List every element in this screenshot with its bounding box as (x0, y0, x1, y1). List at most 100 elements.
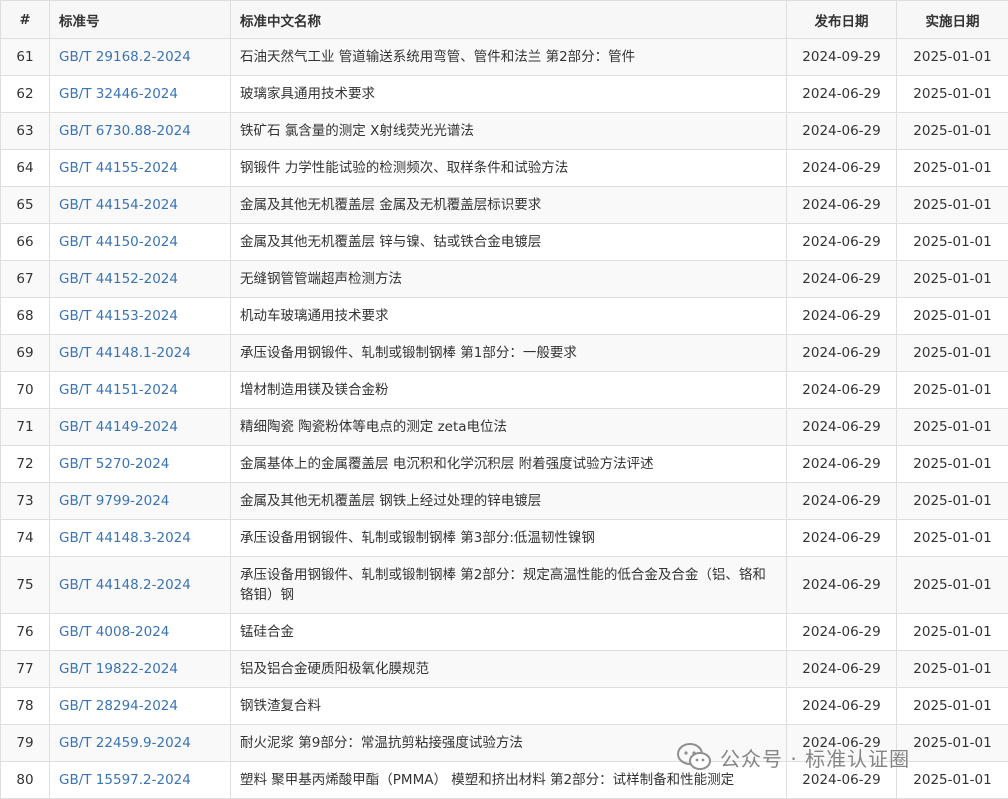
publish-date: 2024-06-29 (787, 483, 897, 520)
standard-name: 承压设备用钢锻件、轧制或锻制钢棒 第2部分：规定高温性能的低合金及合金（铝、铬和… (231, 557, 787, 614)
table-row: 65 GB/T 44154-2024 金属及其他无机覆盖层 金属及无机覆盖层标识要求… (1, 187, 1008, 224)
standard-code-link[interactable]: GB/T 44148.2-2024 (59, 577, 191, 593)
standard-code-link[interactable]: GB/T 44148.1-2024 (59, 345, 191, 361)
standard-code-cell: GB/T 44154-2024 (50, 187, 231, 224)
standard-name: 金属及其他无机覆盖层 金属及无机覆盖层标识要求 (231, 187, 787, 224)
table-row: 78GB/T 28294-2024钢铁渣复合料2024-06-292025-01… (1, 688, 1008, 725)
implement-date: 2025-01-01 (897, 614, 1008, 651)
standard-code-link[interactable]: GB/T 22459.9-2024 (59, 735, 191, 751)
standard-code-cell: GB/T 6730.88-2024 (50, 113, 231, 150)
standard-code-link[interactable]: GB/T 44153-2024 (59, 308, 178, 324)
implement-date: 2025-01-01 (897, 335, 1008, 372)
standard-code-link[interactable]: GB/T 28294-2024 (59, 698, 178, 714)
standard-code-cell: GB/T 44148.1-2024 (50, 335, 231, 372)
implement-date: 2025-01-01 (897, 39, 1008, 76)
standard-name: 石油天然气工业 管道输送系统用弯管、管件和法兰 第2部分：管件 (231, 39, 787, 76)
publish-date: 2024-06-29 (787, 187, 897, 224)
standard-code-link[interactable]: GB/T 32446-2024 (59, 86, 178, 102)
publish-date: 2024-06-29 (787, 725, 897, 762)
standard-code-cell: GB/T 44148.2-2024 (50, 557, 231, 614)
standard-name: 金属及其他无机覆盖层 钢铁上经过处理的锌电镀层 (231, 483, 787, 520)
publish-date: 2024-06-29 (787, 298, 897, 335)
row-number: 76 (1, 614, 50, 651)
standard-code-cell: GB/T 19822-2024 (50, 651, 231, 688)
row-number: 80 (1, 762, 50, 799)
table-row: 67GB/T 44152-2024无缝钢管管端超声检测方法2024-06-292… (1, 261, 1008, 298)
implement-date: 2025-01-01 (897, 372, 1008, 409)
standard-code-link[interactable]: GB/T 15597.2-2024 (59, 772, 191, 788)
publish-date: 2024-06-29 (787, 762, 897, 799)
standard-code-link[interactable]: GB/T 6730.88-2024 (59, 123, 191, 139)
standard-name: 钢铁渣复合料 (231, 688, 787, 725)
table-row: 73 GB/T 9799-2024 金属及其他无机覆盖层 钢铁上经过处理的锌电镀层2… (1, 483, 1008, 520)
standard-code-cell: GB/T 44153-2024 (50, 298, 231, 335)
standard-name: 金属及其他无机覆盖层 锌与镍、钴或铁合金电镀层 (231, 224, 787, 261)
table-row: 68GB/T 44153-2024机动车玻璃通用技术要求2024-06-2920… (1, 298, 1008, 335)
standard-name: 增材制造用镁及镁合金粉 (231, 372, 787, 409)
standard-code-cell: GB/T 44151-2024 (50, 372, 231, 409)
row-number: 71 (1, 409, 50, 446)
implement-date: 2025-01-01 (897, 76, 1008, 113)
implement-date: 2025-01-01 (897, 150, 1008, 187)
table-row: 75 GB/T 44148.2-2024 承压设备用钢锻件、轧制或锻制钢棒 第2部分… (1, 557, 1008, 614)
standard-code-cell: GB/T 44155-2024 (50, 150, 231, 187)
publish-date: 2024-06-29 (787, 688, 897, 725)
table-row: 72GB/T 5270-2024金属基体上的金属覆盖层 电沉积和化学沉积层 附着… (1, 446, 1008, 483)
table-row: 70GB/T 44151-2024增材制造用镁及镁合金粉2024-06-2920… (1, 372, 1008, 409)
publish-date: 2024-06-29 (787, 651, 897, 688)
row-number: 79 (1, 725, 50, 762)
standard-name: 塑料 聚甲基丙烯酸甲酯（PMMA） 模塑和挤出材料 第2部分：试样制备和性能测定 (231, 762, 787, 799)
standard-name: 钢锻件 力学性能试验的检测频次、取样条件和试验方法 (231, 150, 787, 187)
implement-date: 2025-01-01 (897, 187, 1008, 224)
publish-date: 2024-06-29 (787, 261, 897, 298)
standard-name: 耐火泥浆 第9部分：常温抗剪粘接强度试验方法 (231, 725, 787, 762)
standard-code-link[interactable]: GB/T 5270-2024 (59, 456, 169, 472)
row-number: 77 (1, 651, 50, 688)
standard-code-cell: GB/T 32446-2024 (50, 76, 231, 113)
implement-date: 2025-01-01 (897, 651, 1008, 688)
standard-code-cell: GB/T 44152-2024 (50, 261, 231, 298)
standard-code-link[interactable]: GB/T 19822-2024 (59, 661, 178, 677)
implement-date: 2025-01-01 (897, 557, 1008, 614)
table-row: 76GB/T 4008-2024锰硅合金2024-06-292025-01-01 (1, 614, 1008, 651)
standard-code-cell: GB/T 28294-2024 (50, 688, 231, 725)
row-number: 64 (1, 150, 50, 187)
standard-code-link[interactable]: GB/T 9799-2024 (59, 493, 169, 509)
row-number: 73 (1, 483, 50, 520)
publish-date: 2024-06-29 (787, 372, 897, 409)
implement-date: 2025-01-01 (897, 725, 1008, 762)
row-number: 66 (1, 224, 50, 261)
standard-code-link[interactable]: GB/T 29168.2-2024 (59, 49, 191, 65)
publish-date: 2024-06-29 (787, 446, 897, 483)
table-row: 79 GB/T 22459.9-2024 耐火泥浆 第9部分：常温抗剪粘接强度试验方… (1, 725, 1008, 762)
standard-code-link[interactable]: GB/T 4008-2024 (59, 624, 169, 640)
standard-code-link[interactable]: GB/T 44151-2024 (59, 382, 178, 398)
header-chinese-name: 标准中文名称 (231, 1, 787, 39)
standard-name: 精细陶瓷 陶瓷粉体等电点的测定 zeta电位法 (231, 409, 787, 446)
standard-code-link[interactable]: GB/T 44154-2024 (59, 197, 178, 213)
row-number: 63 (1, 113, 50, 150)
publish-date: 2024-06-29 (787, 113, 897, 150)
publish-date: 2024-09-29 (787, 39, 897, 76)
standard-code-link[interactable]: GB/T 44155-2024 (59, 160, 178, 176)
row-number: 65 (1, 187, 50, 224)
table-row: 74GB/T 44148.3-2024承压设备用钢锻件、轧制或锻制钢棒 第3部分… (1, 520, 1008, 557)
implement-date: 2025-01-01 (897, 688, 1008, 725)
standard-code-link[interactable]: GB/T 44152-2024 (59, 271, 178, 287)
publish-date: 2024-06-29 (787, 614, 897, 651)
header-standard-code: 标准号 (50, 1, 231, 39)
standard-code-cell: GB/T 4008-2024 (50, 614, 231, 651)
standard-name: 铝及铝合金硬质阳极氧化膜规范 (231, 651, 787, 688)
row-number: 75 (1, 557, 50, 614)
standard-code-cell: GB/T 44149-2024 (50, 409, 231, 446)
row-number: 61 (1, 39, 50, 76)
table-header-row: # 标准号 标准中文名称 发布日期 实施日期 (1, 1, 1008, 39)
publish-date: 2024-06-29 (787, 150, 897, 187)
standard-code-link[interactable]: GB/T 44150-2024 (59, 234, 178, 250)
standard-code-link[interactable]: GB/T 44148.3-2024 (59, 530, 191, 546)
implement-date: 2025-01-01 (897, 409, 1008, 446)
standard-name: 承压设备用钢锻件、轧制或锻制钢棒 第1部分：一般要求 (231, 335, 787, 372)
implement-date: 2025-01-01 (897, 113, 1008, 150)
standard-name: 金属基体上的金属覆盖层 电沉积和化学沉积层 附着强度试验方法评述 (231, 446, 787, 483)
standard-code-link[interactable]: GB/T 44149-2024 (59, 419, 178, 435)
